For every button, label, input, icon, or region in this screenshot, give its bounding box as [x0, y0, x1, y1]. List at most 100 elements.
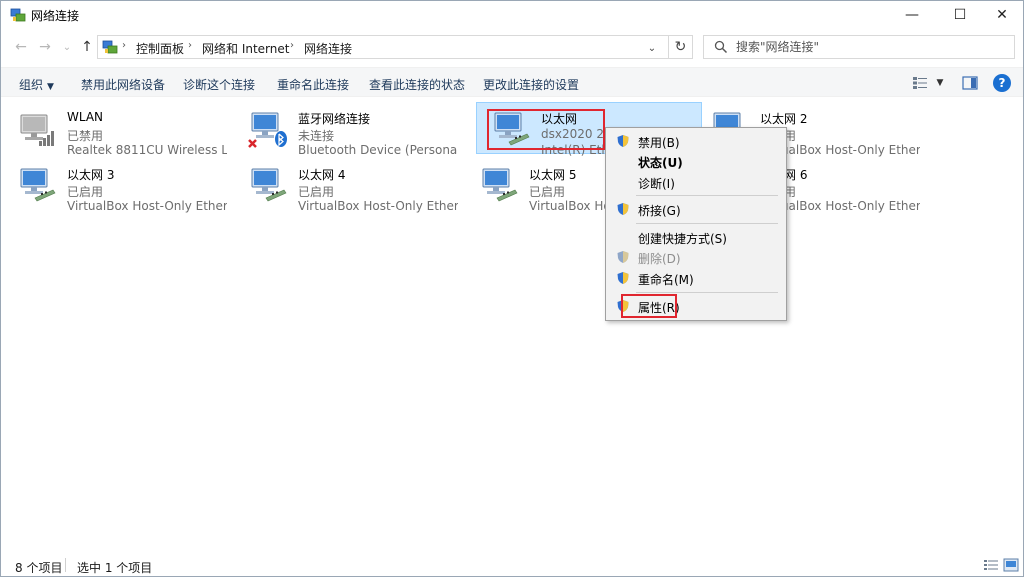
- menu-item-delete[interactable]: 删除(D): [608, 247, 784, 267]
- connection-status: dsx2020 2: [541, 127, 604, 141]
- ethernet-adapter-icon: [494, 112, 530, 146]
- connection-name: WLAN: [67, 110, 104, 124]
- diagnose-connection-button[interactable]: 诊断这个连接: [183, 76, 255, 93]
- ethernet-adapter-icon: [251, 168, 287, 202]
- uac-shield-icon: [617, 203, 629, 215]
- menu-label: 创建快捷方式(S): [638, 232, 727, 246]
- menu-label: 状态(U): [638, 156, 683, 170]
- menu-item-properties[interactable]: 属性(R): [608, 296, 784, 316]
- rename-connection-button[interactable]: 重命名此连接: [277, 76, 349, 93]
- search-icon: [714, 40, 728, 54]
- connection-device: Bluetooth Device (Personal Ar...: [298, 143, 458, 157]
- command-bar: 组织 ▼ 禁用此网络设备 诊断这个连接 重命名此连接 查看此连接的状态 更改此连接…: [1, 67, 1023, 97]
- address-bar[interactable]: › 控制面板 › 网络和 Internet › 网络连接 ⌄ ↻: [97, 35, 693, 59]
- arrow-left-icon: ←: [15, 39, 27, 55]
- arrow-right-icon: →: [39, 39, 51, 55]
- details-view-toggle-icon[interactable]: [983, 558, 999, 572]
- details-view-icon: [913, 77, 927, 89]
- organize-menu-button[interactable]: 组织 ▼: [19, 76, 54, 93]
- caret-down-icon: ▼: [47, 82, 54, 92]
- wlan-adapter-icon: [20, 114, 54, 146]
- maximize-icon: ☐: [953, 7, 967, 23]
- ethernet-adapter-icon: [20, 168, 56, 202]
- chevron-right-icon[interactable]: ›: [188, 40, 192, 51]
- address-history-dropdown[interactable]: ⌄: [643, 39, 661, 57]
- menu-separator: [636, 195, 778, 196]
- refresh-icon: ↻: [674, 39, 687, 55]
- control-panel-icon: [102, 40, 118, 54]
- preview-pane-icon: [962, 76, 978, 90]
- change-view-button[interactable]: [911, 74, 929, 92]
- menu-label: 属性(R): [638, 301, 680, 315]
- menu-item-diagnose[interactable]: 诊断(I): [608, 172, 784, 192]
- uac-shield-icon: [617, 135, 629, 147]
- large-icons-view-toggle-icon[interactable]: [1003, 558, 1019, 572]
- connection-item-wlan[interactable]: WLAN 已禁用 Realtek 8811CU Wireless LAN ...: [3, 103, 229, 157]
- recent-locations-button[interactable]: ⌄: [57, 37, 77, 57]
- network-connections-window: 网络连接 — ☐ ✕ ← → ⌄ ↑ › 控制面板 › 网络和 Internet…: [0, 0, 1024, 577]
- menu-item-bridge[interactable]: 桥接(G): [608, 199, 784, 219]
- menu-item-rename[interactable]: 重命名(M): [608, 268, 784, 288]
- connection-name: 以太网 5: [529, 168, 577, 182]
- connections-list: WLAN 已禁用 Realtek 8811CU Wireless LAN ...…: [1, 98, 1023, 553]
- navigation-bar: ← → ⌄ ↑ › 控制面板 › 网络和 Internet › 网络连接 ⌄ ↻: [1, 33, 1023, 63]
- menu-label: 删除(D): [638, 252, 681, 266]
- disable-device-button[interactable]: 禁用此网络设备: [81, 76, 165, 93]
- breadcrumb-control-panel[interactable]: 控制面板: [136, 40, 184, 57]
- chevron-right-icon[interactable]: ›: [290, 40, 294, 51]
- window-title: 网络连接: [31, 9, 80, 23]
- refresh-button[interactable]: ↻: [668, 36, 692, 58]
- chevron-down-icon: ⌄: [647, 42, 657, 54]
- view-status-button[interactable]: 查看此连接的状态: [369, 76, 465, 93]
- menu-separator: [636, 292, 778, 293]
- close-button[interactable]: ✕: [979, 1, 1023, 29]
- uac-shield-icon: [617, 251, 629, 263]
- connection-device: VirtualBox Host-Only Ethernet ...: [298, 199, 458, 213]
- close-icon: ✕: [996, 7, 1008, 23]
- menu-label: 重命名(M): [638, 273, 694, 287]
- connection-name: 以太网 2: [760, 112, 808, 126]
- menu-separator: [636, 223, 778, 224]
- maximize-button[interactable]: ☐: [937, 1, 983, 29]
- forward-button[interactable]: →: [35, 37, 55, 57]
- connection-status: 已启用: [67, 185, 104, 199]
- status-bar: 8 个项目 选中 1 个项目: [1, 554, 1023, 576]
- menu-label: 诊断(I): [638, 177, 675, 191]
- minimize-button[interactable]: —: [889, 1, 935, 29]
- connection-item-ethernet-4[interactable]: 以太网 4 已启用 VirtualBox Host-Only Ethernet …: [234, 159, 460, 213]
- organize-label: 组织: [19, 78, 44, 92]
- chevron-right-icon: ›: [122, 40, 126, 51]
- uac-shield-icon: [617, 300, 629, 312]
- caret-down-icon: ▼: [936, 78, 944, 88]
- connection-device: VirtualBox Host-Only Ethernet ...: [67, 199, 227, 213]
- search-input[interactable]: [736, 38, 1006, 56]
- search-box[interactable]: [703, 35, 1015, 59]
- connection-item-bluetooth[interactable]: 蓝牙网络连接 未连接 Bluetooth Device (Personal Ar…: [234, 103, 460, 157]
- bluetooth-adapter-icon: [248, 112, 287, 148]
- back-button[interactable]: ←: [11, 37, 31, 57]
- menu-label: 桥接(G): [638, 204, 681, 218]
- arrow-up-icon: ↑: [81, 39, 93, 55]
- item-count: 8 个项目: [15, 561, 63, 575]
- connection-item-ethernet-3[interactable]: 以太网 3 已启用 VirtualBox Host-Only Ethernet …: [3, 159, 229, 213]
- breadcrumb-network-connections[interactable]: 网络连接: [304, 40, 352, 57]
- connection-status: 未连接: [298, 129, 335, 143]
- help-icon: ?: [998, 76, 1006, 90]
- connection-status: 已启用: [529, 185, 566, 199]
- change-settings-button[interactable]: 更改此连接的设置: [483, 76, 579, 93]
- menu-item-create-shortcut[interactable]: 创建快捷方式(S): [608, 227, 784, 247]
- preview-pane-button[interactable]: [961, 74, 979, 92]
- up-button[interactable]: ↑: [77, 37, 97, 57]
- network-connections-icon: [10, 8, 26, 22]
- menu-item-status[interactable]: 状态(U): [608, 151, 784, 171]
- title-bar: 网络连接 — ☐ ✕: [1, 1, 1023, 29]
- connection-name: 以太网 4: [298, 168, 346, 182]
- view-options-dropdown[interactable]: ▼: [931, 74, 949, 92]
- connection-name: 以太网: [541, 112, 578, 126]
- chevron-down-icon: ⌄: [62, 41, 72, 53]
- help-button[interactable]: ?: [993, 74, 1011, 92]
- connection-name: 蓝牙网络连接: [298, 112, 371, 126]
- uac-shield-icon: [617, 272, 629, 284]
- breadcrumb-network-internet[interactable]: 网络和 Internet: [202, 40, 289, 57]
- menu-item-disable[interactable]: 禁用(B): [608, 131, 784, 151]
